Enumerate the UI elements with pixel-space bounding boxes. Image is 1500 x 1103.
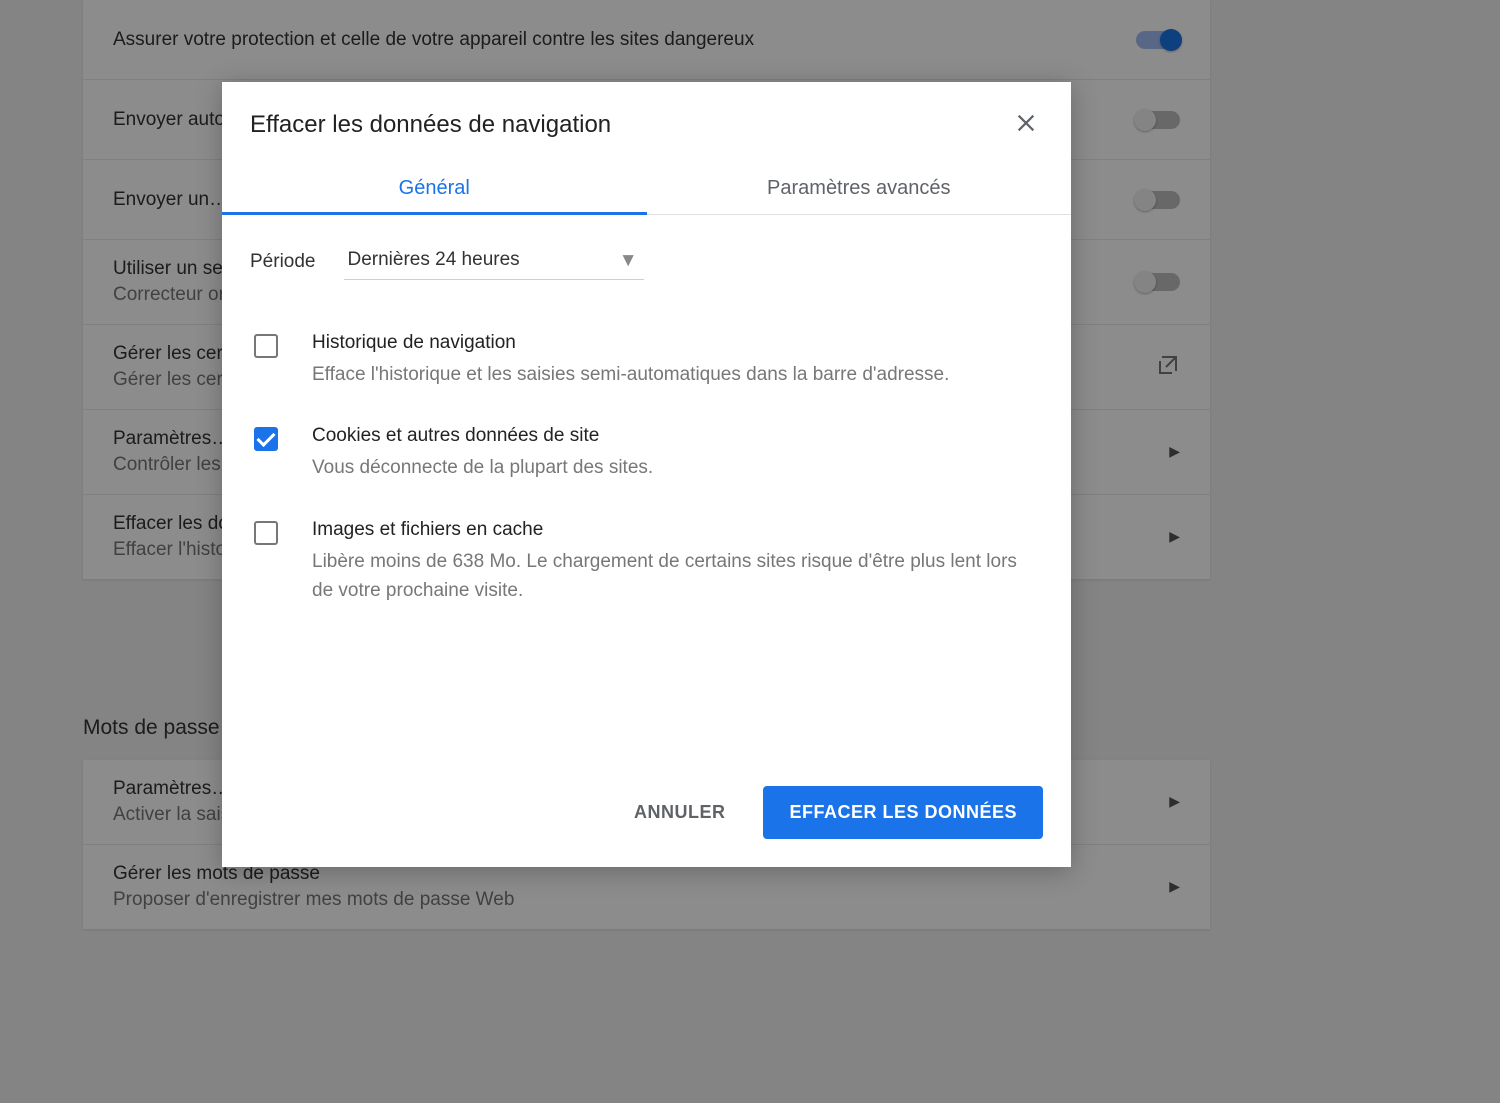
option-title: Images et fichiers en cache [312, 519, 1043, 541]
clear-data-option: Images et fichiers en cache Libère moins … [250, 503, 1043, 626]
chevron-down-icon: ▼ [619, 250, 638, 272]
clear-browsing-data-dialog: Effacer les données de navigation Généra… [222, 82, 1071, 867]
tab-advanced[interactable]: Paramètres avancés [647, 161, 1072, 214]
clear-data-option: Cookies et autres données de site Vous dé… [250, 409, 1043, 502]
dialog-footer: ANNULER EFFACER LES DONNÉES [222, 764, 1071, 867]
dialog-header: Effacer les données de navigation [222, 82, 1071, 161]
time-range-value: Dernières 24 heures [348, 249, 520, 270]
time-range-select[interactable]: Dernières 24 heures ▼ [344, 243, 644, 280]
option-subtitle: Vous déconnecte de la plupart des sites. [312, 453, 653, 482]
close-button[interactable] [1009, 106, 1043, 143]
confirm-clear-button[interactable]: EFFACER LES DONNÉES [763, 786, 1043, 839]
option-subtitle: Efface l'historique et les saisies semi-… [312, 360, 949, 389]
dialog-title: Effacer les données de navigation [250, 111, 611, 139]
option-subtitle: Libère moins de 638 Mo. Le chargement de… [312, 547, 1043, 606]
checkbox[interactable] [254, 521, 278, 545]
option-title: Historique de navigation [312, 332, 949, 354]
time-range-row: Période Dernières 24 heures ▼ [250, 243, 1043, 280]
dialog-tabs: Général Paramètres avancés [222, 161, 1071, 215]
tab-general[interactable]: Général [222, 161, 647, 214]
checkbox[interactable] [254, 427, 278, 451]
checkbox[interactable] [254, 334, 278, 358]
time-range-label: Période [250, 251, 316, 273]
cancel-button[interactable]: ANNULER [626, 792, 734, 833]
option-title: Cookies et autres données de site [312, 425, 653, 447]
close-icon [1015, 122, 1037, 137]
clear-data-option: Historique de navigation Efface l'histori… [250, 316, 1043, 409]
dialog-body: Période Dernières 24 heures ▼ Historique… [222, 215, 1071, 764]
